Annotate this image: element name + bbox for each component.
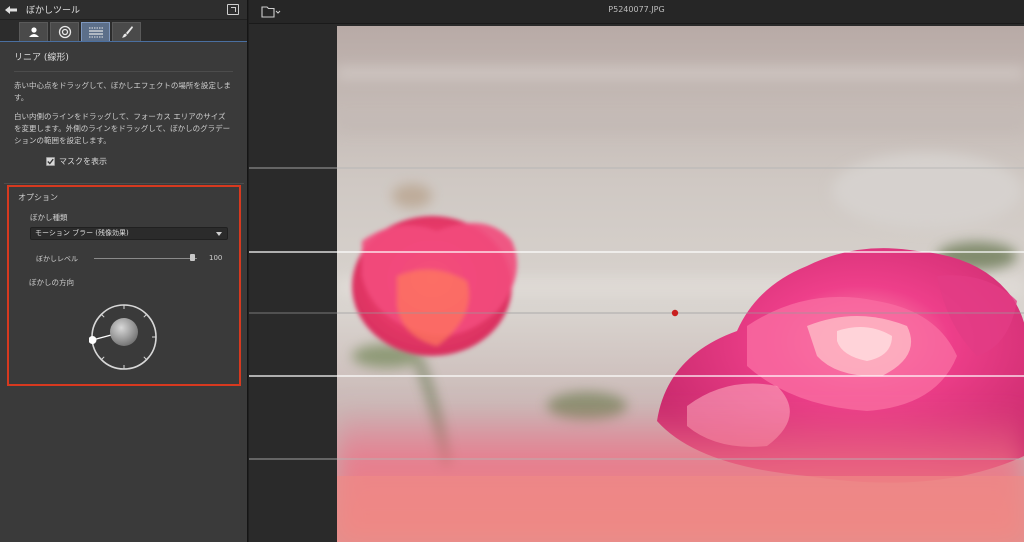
radial-icon (58, 25, 71, 39)
export-icon[interactable] (227, 4, 239, 15)
blur-type-value: モーション ブラー (残像効果) (35, 229, 129, 237)
checkmark-icon (47, 158, 54, 164)
panel-content: リニア (線形) 赤い中心点をドラッグして、ぼかしエフェクトの場所を設定します。… (0, 42, 247, 168)
viewer-toolbar: P5240077.JPG (249, 0, 1024, 24)
show-mask-checkbox[interactable] (46, 156, 55, 166)
description-center-point: 赤い中心点をドラッグして、ぼかしエフェクトの場所を設定します。 (14, 81, 231, 102)
blur-tool-panel: ぼかしツール リニア (線形) 赤い中心点をドラッグして、ぼかしエフェクトの場所… (0, 0, 248, 542)
divider (4, 183, 244, 184)
options-title: オプション (18, 193, 58, 202)
portrait-icon (28, 27, 39, 37)
linear-icon (88, 27, 103, 38)
tab-portrait[interactable] (19, 22, 48, 41)
show-mask-row[interactable]: マスクを表示 (46, 154, 233, 168)
section-title: リニア (線形) (14, 50, 233, 72)
show-mask-label: マスクを表示 (59, 156, 107, 166)
blur-level-slider-track[interactable] (94, 258, 197, 259)
image-filename: P5240077.JPG (608, 5, 665, 14)
tab-radial[interactable] (50, 22, 79, 41)
brush-icon (121, 26, 133, 38)
blur-level-slider-thumb[interactable] (190, 254, 195, 261)
rose-photo (337, 26, 1024, 542)
image-viewer: P5240077.JPG (249, 0, 1024, 542)
blur-level-value: 100 (209, 254, 223, 262)
back-button[interactable] (0, 0, 22, 20)
tab-brush[interactable] (112, 22, 141, 41)
panel-title: ぼかしツール (26, 6, 81, 16)
blur-direction-dial[interactable] (89, 302, 159, 372)
tool-tabs (0, 20, 247, 42)
description-lines: 白い内側のラインをドラッグして、フォーカス エリアのサイズを変更します。外側のラ… (14, 112, 231, 145)
options-section: オプション ぼかし種類 モーション ブラー (残像効果) ぼかしレベル 100 … (7, 185, 241, 386)
photo[interactable] (337, 26, 1024, 542)
tab-linear[interactable] (81, 22, 110, 41)
blur-level-label: ぼかしレベル (36, 255, 78, 263)
blur-type-select[interactable]: モーション ブラー (残像効果) (30, 227, 228, 240)
back-arrow-icon (5, 5, 17, 14)
panel-header: ぼかしツール (0, 0, 247, 20)
blur-type-label: ぼかし種類 (30, 213, 68, 222)
blur-direction-label: ぼかしの方向 (29, 278, 74, 287)
dropdown-arrow-icon (216, 232, 222, 236)
